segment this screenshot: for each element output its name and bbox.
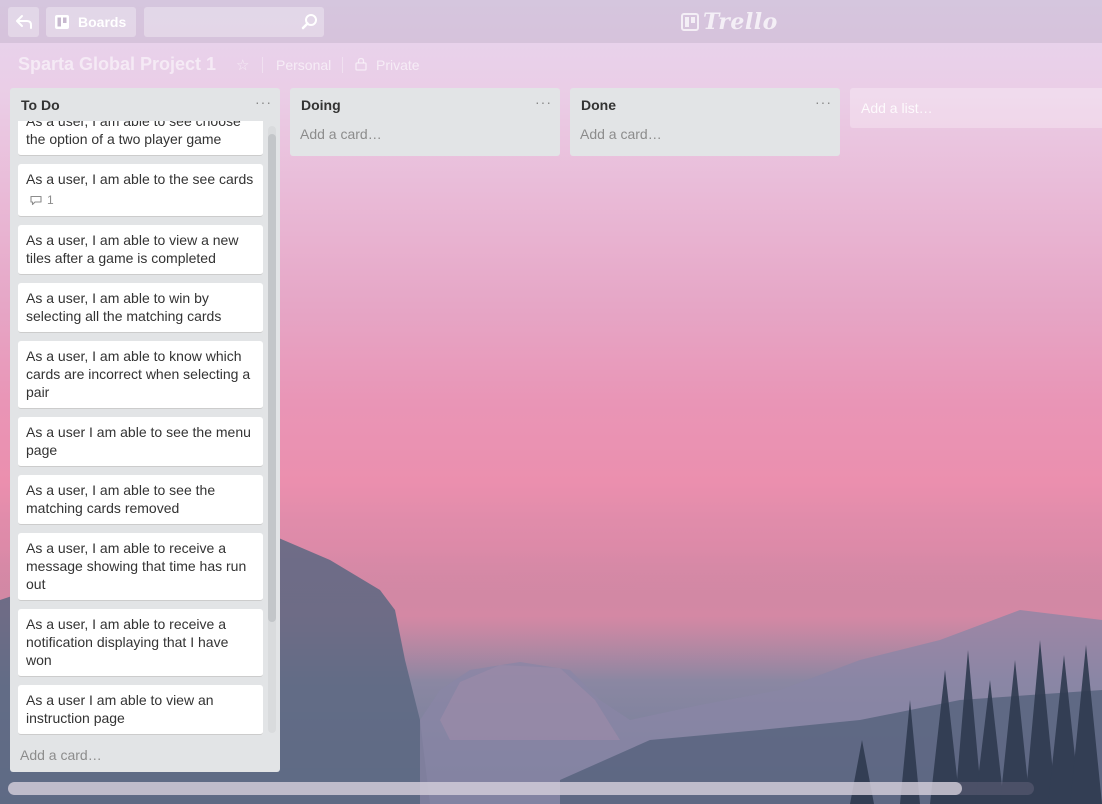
card[interactable]: As a user, I am able to know which cards…: [18, 341, 263, 409]
cards-container: As a user, I am able to see choose the o…: [10, 121, 280, 738]
boards-button[interactable]: Boards: [46, 7, 136, 37]
logo-text: Trello: [703, 9, 778, 35]
top-header: Boards Trello: [0, 0, 1102, 43]
list-menu-button[interactable]: ···: [255, 94, 272, 110]
comment-icon: [30, 195, 42, 205]
card[interactable]: As a user, I am able to receive a notifi…: [18, 609, 263, 677]
visibility-label[interactable]: Private: [376, 57, 420, 73]
card-text: As a user, I am able to see the matching…: [26, 482, 216, 516]
card-text: As a user I am able to see the menu page: [26, 424, 251, 458]
add-card-link[interactable]: Add a card…: [570, 121, 840, 152]
comment-badge: 1: [26, 191, 255, 209]
add-card-link[interactable]: Add a card…: [10, 745, 112, 765]
back-arrow-icon: [15, 15, 32, 29]
card-text: As a user, I am able to receive a messag…: [26, 540, 247, 592]
team-label[interactable]: Personal: [276, 57, 331, 73]
card[interactable]: As a user, I am able to see the matching…: [18, 475, 263, 525]
board-header: Sparta Global Project 1 ☆ Personal Priva…: [0, 50, 1102, 82]
card-text: As a user, I am able to win by selecting…: [26, 290, 222, 324]
list-done: Done ··· Add a card…: [570, 88, 840, 156]
card-text: As a user, I am able to receive a notifi…: [26, 616, 229, 668]
list-header: Done ···: [570, 88, 840, 121]
trello-logo[interactable]: Trello: [681, 9, 778, 35]
horizontal-scrollbar-thumb[interactable]: [8, 782, 962, 795]
board-title[interactable]: Sparta Global Project 1: [18, 54, 216, 75]
add-list-button[interactable]: Add a list…: [850, 88, 1102, 128]
divider: [262, 57, 263, 73]
star-icon[interactable]: ☆: [236, 56, 249, 74]
card-text: As a user, I am able to the see cards: [26, 171, 254, 187]
card[interactable]: As a user I am able to see the menu page: [18, 417, 263, 467]
lock-icon: [355, 57, 367, 71]
list-title[interactable]: Doing: [301, 97, 341, 113]
list-header: Doing ···: [290, 88, 560, 121]
boards-label: Boards: [78, 14, 127, 30]
card[interactable]: As a user, I am able to view a new tiles…: [18, 225, 263, 275]
back-button[interactable]: [8, 7, 39, 37]
vertical-scrollbar-thumb[interactable]: [268, 134, 276, 622]
list-title[interactable]: Done: [581, 97, 616, 113]
card-text: As a user, I am able to see choose the o…: [26, 121, 241, 147]
list-menu-button[interactable]: ···: [815, 94, 832, 110]
list-header: To Do ···: [10, 88, 280, 121]
card-text: As a user I am able to view an instructi…: [26, 692, 214, 726]
boards-icon: [55, 15, 69, 29]
search-input[interactable]: [144, 7, 324, 37]
card[interactable]: As a user, I am able to receive a messag…: [18, 533, 263, 601]
card[interactable]: As a user, I am able to win by selecting…: [18, 283, 263, 333]
card-text: As a user, I am able to know which cards…: [26, 348, 251, 400]
comment-count: 1: [47, 193, 54, 207]
list-menu-button[interactable]: ···: [535, 94, 552, 110]
card-text: As a user, I am able to view a new tiles…: [26, 232, 239, 266]
add-card-link[interactable]: Add a card…: [290, 121, 560, 152]
list-title[interactable]: To Do: [21, 97, 60, 113]
list-doing: Doing ··· Add a card…: [290, 88, 560, 156]
card[interactable]: As a user, I am able to see choose the o…: [18, 121, 263, 156]
search-icon[interactable]: [300, 12, 320, 32]
list-todo: To Do ··· As a user, I am able to see ch…: [10, 88, 280, 772]
divider: [342, 57, 343, 73]
card[interactable]: As a user, I am able to the see cards 1: [18, 164, 263, 217]
trello-logo-icon: [681, 13, 699, 31]
card[interactable]: As a user I am able to view an instructi…: [18, 685, 263, 735]
